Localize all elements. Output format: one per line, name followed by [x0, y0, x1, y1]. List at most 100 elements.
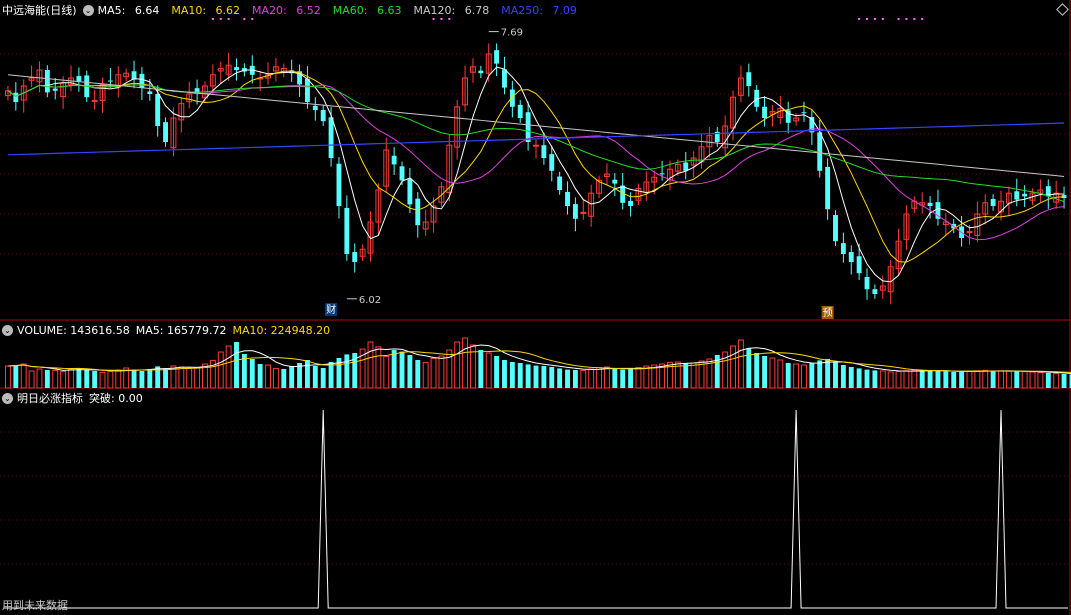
- volume-bar-down: [572, 370, 578, 388]
- volume-bar-up: [698, 360, 705, 389]
- chevron-down-icon[interactable]: ⌄: [82, 4, 94, 16]
- volume-bar-down: [76, 368, 82, 388]
- volume-bar-down: [92, 371, 98, 388]
- ma-line-ma20: [7, 84, 1065, 241]
- volume-bar-up: [178, 366, 185, 389]
- volume-bar-down: [517, 363, 523, 388]
- volume-bar-down: [848, 367, 854, 388]
- volume-bar-down: [990, 370, 996, 388]
- volume-bar-down: [1045, 373, 1051, 388]
- volume-ma10-line: [7, 350, 1071, 373]
- indicator-title: 明日必涨指标: [17, 392, 83, 405]
- volume-bar-up: [793, 363, 800, 389]
- volume-bar-up: [974, 370, 981, 389]
- volume-bar-up: [367, 341, 374, 389]
- volume-bar-down: [289, 366, 295, 388]
- volume-bar-up: [777, 359, 784, 389]
- signal-dot: [913, 18, 916, 20]
- candle-down: [478, 70, 484, 74]
- volume-bar-down: [415, 360, 421, 388]
- volume-bar-down: [139, 371, 145, 388]
- signal-dot: [866, 18, 869, 20]
- grid-lines: [0, 0, 1071, 615]
- candle-down: [344, 207, 350, 254]
- volume-bar-down: [312, 366, 318, 388]
- volume-bar-up: [966, 370, 973, 389]
- price-markers: 7.69 6.02 财 预: [211, 18, 924, 319]
- candle-down: [415, 198, 421, 226]
- candle-down: [304, 78, 310, 102]
- volume-bar-up: [879, 370, 886, 389]
- volume-bar-up: [730, 345, 736, 389]
- signal-dot: [921, 18, 924, 20]
- volume-bar-up: [68, 368, 74, 389]
- volume-bar-up: [375, 346, 382, 389]
- volume-bar-up: [769, 357, 776, 389]
- volume-bar-down: [131, 369, 137, 388]
- volume-bar-up: [422, 361, 429, 389]
- volume-bar-down: [817, 360, 823, 388]
- ma5-readout: MA5: 6.64: [97, 3, 160, 17]
- candle-down: [872, 289, 878, 294]
- chevron-down-icon[interactable]: ⌄: [2, 324, 13, 336]
- volume-bar-down: [825, 359, 831, 388]
- candle-down: [328, 117, 334, 158]
- volume-ma-lines: [7, 344, 1071, 374]
- candle-down: [52, 88, 58, 91]
- volume-bar-down: [754, 353, 760, 388]
- candle-down: [352, 252, 358, 262]
- volume-bar-up: [99, 371, 106, 389]
- volume-bar-up: [998, 370, 1004, 389]
- signal-dot: [251, 18, 254, 20]
- candle-down: [840, 243, 846, 254]
- volume-bar-up: [895, 371, 902, 389]
- candle-down: [683, 162, 689, 171]
- chevron-down-icon[interactable]: ⌄: [2, 392, 13, 404]
- volume-bar-down: [628, 369, 634, 388]
- volume-bar-up: [588, 368, 595, 389]
- signal-dot: [432, 18, 435, 20]
- volume-ma10-readout: MA10: 224948.20: [232, 323, 331, 337]
- candle-down: [1022, 193, 1028, 197]
- candle-down: [746, 72, 752, 86]
- volume-bar-up: [217, 351, 224, 389]
- candle-down: [801, 112, 807, 114]
- candle-down: [990, 198, 996, 206]
- volume-bar-down: [557, 368, 563, 388]
- signal-dot: [440, 18, 443, 20]
- volume-bar-up: [28, 370, 35, 389]
- volume-bar-up: [430, 357, 437, 389]
- candle-up: [966, 231, 973, 234]
- volume-bar-down: [565, 369, 570, 388]
- volume-bar-down: [234, 342, 239, 388]
- candle-down: [407, 178, 413, 205]
- volume-bar-down: [927, 370, 933, 388]
- signal-dot: [243, 18, 246, 20]
- volume-bar-down: [620, 369, 626, 388]
- volume-bar-up: [383, 355, 390, 389]
- stock-period: (日线): [46, 4, 77, 17]
- volume-bar-up: [596, 367, 602, 389]
- volume-bar-up: [20, 363, 27, 389]
- high-price-label: 7.69: [501, 28, 523, 39]
- volume-bar-down: [494, 356, 500, 388]
- candle-down: [825, 166, 831, 210]
- candle-down: [107, 80, 113, 82]
- volume-bar-up: [194, 366, 201, 389]
- volume-bar-down: [44, 370, 50, 388]
- signal-dot: [448, 18, 451, 20]
- volume-readout: VOLUME: 143616.58: [17, 323, 130, 337]
- candle-down: [833, 214, 838, 242]
- low-price-label: 6.02: [359, 295, 381, 306]
- volume-bar-up: [438, 355, 445, 389]
- volume-bar-down: [84, 370, 90, 388]
- volume-bar-down: [1014, 371, 1020, 388]
- candle-down: [312, 105, 318, 110]
- candle-down: [336, 163, 342, 206]
- volume-bar-down: [943, 371, 949, 388]
- volume-bar-down: [683, 363, 689, 388]
- candle-down: [856, 256, 862, 274]
- volume-bar-up: [485, 352, 492, 389]
- volume-bar-down: [13, 365, 19, 388]
- ma60-readout: MA60: 6.63: [332, 3, 402, 17]
